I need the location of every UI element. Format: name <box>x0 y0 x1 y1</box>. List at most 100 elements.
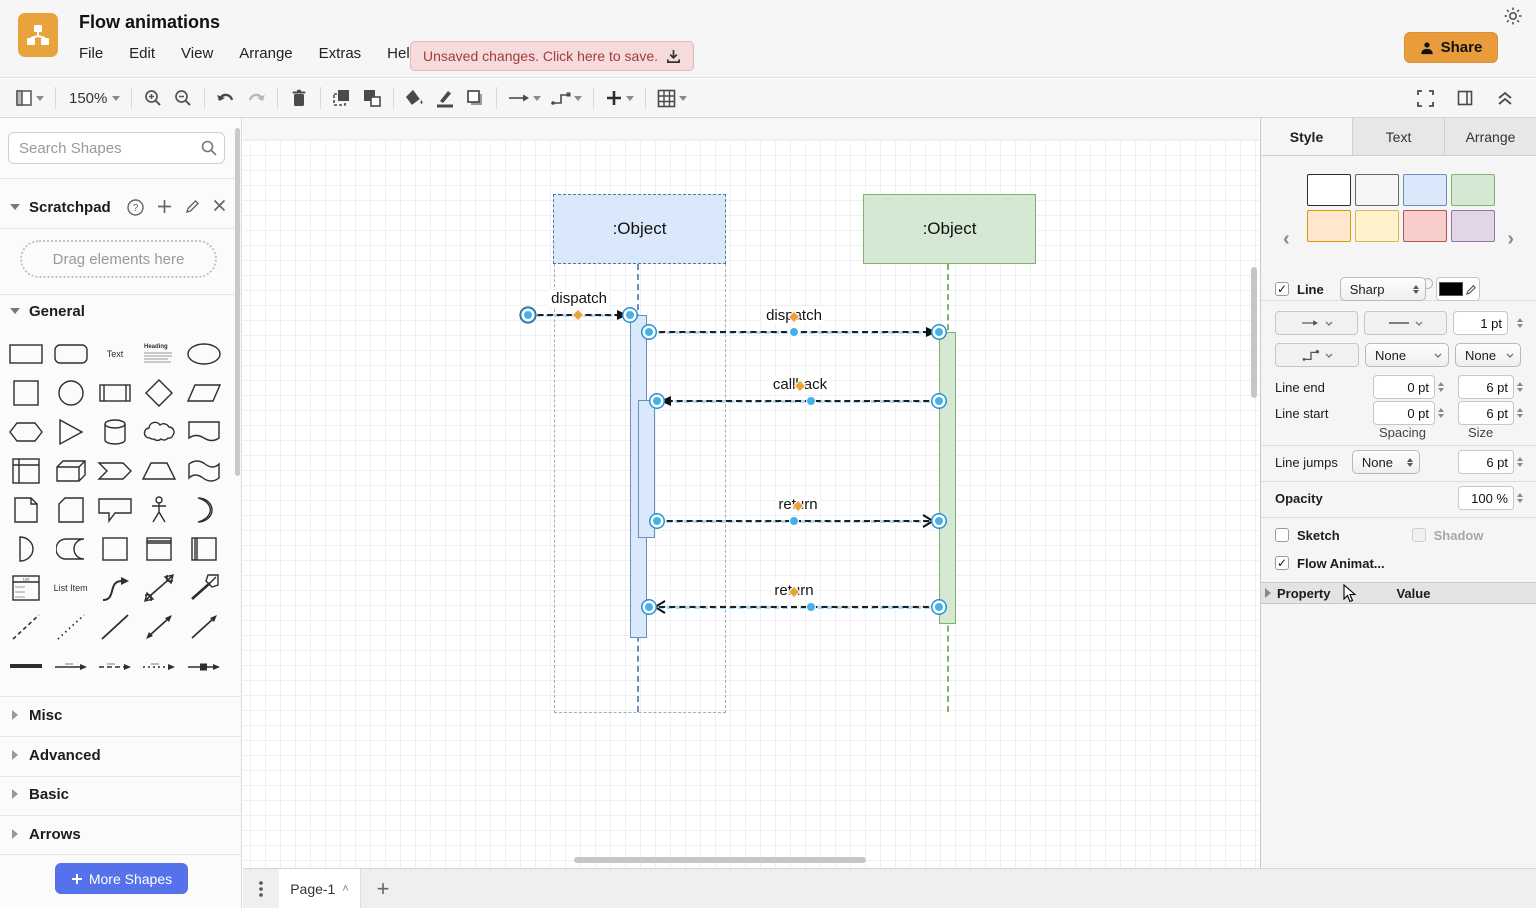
menu-file[interactable]: File <box>79 45 103 62</box>
menu-edit[interactable]: Edit <box>129 45 155 62</box>
line-start-spacing-stepper[interactable] <box>1438 408 1444 418</box>
shape-dotted-arrow-link[interactable] <box>137 650 181 681</box>
line-style-select[interactable]: Sharp <box>1340 277 1426 301</box>
edge-endpoint-handle[interactable] <box>933 326 946 339</box>
activation-bar-right[interactable] <box>939 332 956 624</box>
edge-endpoint-handle[interactable] <box>933 601 946 614</box>
connection-select-2[interactable]: None <box>1455 343 1521 367</box>
shape-text[interactable]: Text <box>93 338 137 369</box>
shape-vertical-container[interactable] <box>137 533 181 564</box>
shape-arrow-link[interactable] <box>48 650 92 681</box>
style-preset-blue[interactable] <box>1403 174 1447 206</box>
shape-internal-storage[interactable] <box>4 455 48 486</box>
shadow-checkbox[interactable] <box>1412 528 1426 542</box>
shape-circle[interactable] <box>48 377 92 408</box>
pages-menu-button[interactable] <box>243 869 279 908</box>
line-start-spacing-input[interactable]: 0 pt <box>1373 401 1435 425</box>
shape-rectangle[interactable] <box>4 338 48 369</box>
scratchpad-drop-area[interactable]: Drag elements here <box>20 240 217 278</box>
add-page-button[interactable]: + <box>361 869 405 908</box>
line-start-size-input[interactable]: 6 pt <box>1458 401 1514 425</box>
share-button[interactable]: Share <box>1404 32 1498 63</box>
shape-and[interactable] <box>4 533 48 564</box>
arrow-start-dropdown[interactable] <box>1275 311 1358 335</box>
edit-pencil-icon[interactable] <box>185 199 200 214</box>
flow-animation-checkbox[interactable] <box>1275 556 1289 570</box>
shape-horizontal-container[interactable] <box>182 533 226 564</box>
shape-process[interactable] <box>93 377 137 408</box>
shape-square[interactable] <box>4 377 48 408</box>
tab-text[interactable]: Text <box>1352 118 1444 156</box>
shape-step[interactable] <box>93 455 137 486</box>
shape-link[interactable] <box>4 650 48 681</box>
section-advanced[interactable]: Advanced <box>0 742 242 768</box>
edge-endpoint-handle[interactable] <box>651 395 664 408</box>
edge-endpoint-handle[interactable] <box>651 515 664 528</box>
shape-actor[interactable] <box>137 494 181 525</box>
edge-endpoint-handle[interactable] <box>522 309 535 322</box>
edge-midpoint-handle[interactable] <box>789 327 799 337</box>
object-box-left[interactable]: :Object <box>553 194 726 264</box>
canvas-vertical-scrollbar[interactable] <box>1251 267 1257 398</box>
opacity-stepper[interactable] <box>1517 493 1523 503</box>
line-width-stepper[interactable] <box>1517 318 1523 328</box>
shape-trapezoid[interactable] <box>137 455 181 486</box>
edge-midpoint-handle[interactable] <box>789 516 799 526</box>
line-end-size-input[interactable]: 6 pt <box>1458 375 1514 399</box>
line-color-button[interactable] <box>430 84 460 112</box>
shape-callout[interactable] <box>93 494 137 525</box>
opacity-input[interactable]: 100 % <box>1458 486 1514 510</box>
style-preset-white[interactable] <box>1307 174 1351 206</box>
search-shapes-input[interactable] <box>8 132 225 164</box>
message-line[interactable] <box>657 400 939 402</box>
shape-dotted-line[interactable] <box>48 611 92 642</box>
menu-view[interactable]: View <box>181 45 213 62</box>
message-line[interactable] <box>649 606 939 608</box>
shape-bidirectional-arrow[interactable] <box>137 572 181 603</box>
shape-heading[interactable]: Heading <box>137 338 181 369</box>
shape-line[interactable] <box>93 611 137 642</box>
line-start-size-stepper[interactable] <box>1517 408 1523 418</box>
shape-list-item[interactable]: List Item <box>48 572 92 603</box>
line-jumps-size-input[interactable]: 6 pt <box>1458 450 1514 474</box>
delete-button[interactable] <box>284 84 314 112</box>
zoom-out-button[interactable] <box>168 84 198 112</box>
collapse-toolbar-button[interactable] <box>1490 84 1520 112</box>
shape-node-link[interactable] <box>182 650 226 681</box>
undo-button[interactable] <box>211 84 241 112</box>
shape-directional-connector[interactable] <box>182 611 226 642</box>
edge-midpoint-handle[interactable] <box>806 396 816 406</box>
shape-container[interactable] <box>93 533 137 564</box>
tab-arrange[interactable]: Arrange <box>1444 118 1536 156</box>
shape-parallelogram[interactable] <box>182 377 226 408</box>
tab-style[interactable]: Style <box>1261 118 1352 155</box>
insert-button[interactable] <box>600 84 639 112</box>
diagram-canvas[interactable]: :Object :Object dispatch dispatch callba… <box>243 118 1259 868</box>
shape-triangle[interactable] <box>48 416 92 447</box>
document-title[interactable]: Flow animations <box>79 12 220 33</box>
zoom-in-button[interactable] <box>138 84 168 112</box>
section-basic[interactable]: Basic <box>0 781 242 807</box>
shape-cloud[interactable] <box>137 416 181 447</box>
style-preset-red[interactable] <box>1403 210 1447 242</box>
sketch-checkbox[interactable] <box>1275 528 1289 542</box>
redo-button[interactable] <box>241 84 271 112</box>
scratchpad-header[interactable]: Scratchpad ? <box>0 194 242 220</box>
shape-curve[interactable] <box>93 572 137 603</box>
property-table-header[interactable]: Property Value <box>1261 582 1536 604</box>
section-arrows[interactable]: Arrows <box>0 821 242 847</box>
help-icon[interactable]: ? <box>127 199 144 216</box>
more-shapes-button[interactable]: More Shapes <box>55 863 188 894</box>
shape-dashed-line[interactable] <box>4 611 48 642</box>
zoom-level-button[interactable]: 150% <box>62 84 125 112</box>
edge-midpoint-handle[interactable] <box>806 602 816 612</box>
waypoint-style-button[interactable] <box>546 84 587 112</box>
style-preset-yellow[interactable] <box>1355 210 1399 242</box>
shape-dashed-arrow-link[interactable] <box>93 650 137 681</box>
presets-prev-button[interactable]: ‹ <box>1283 228 1290 251</box>
shape-tape[interactable] <box>182 455 226 486</box>
line-end-size-stepper[interactable] <box>1517 382 1523 392</box>
section-misc[interactable]: Misc <box>0 702 242 728</box>
sidebar-scrollbar[interactable] <box>235 128 240 476</box>
style-preset-purple[interactable] <box>1451 210 1495 242</box>
